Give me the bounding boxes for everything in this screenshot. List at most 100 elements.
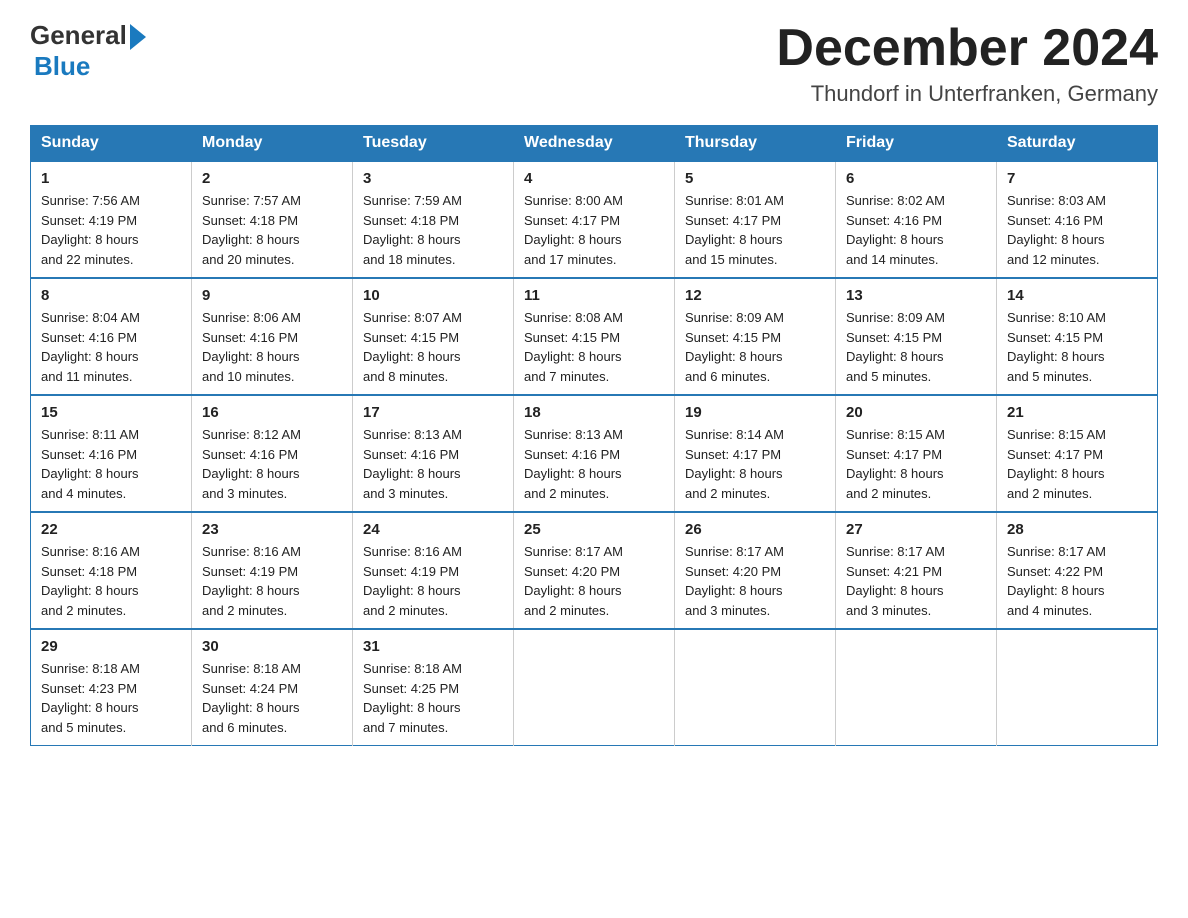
day-info: Sunrise: 8:17 AMSunset: 4:20 PMDaylight:… <box>685 542 825 620</box>
daylight-minutes: and 3 minutes. <box>846 603 931 618</box>
daylight-text: Daylight: 8 hours <box>41 349 139 364</box>
daylight-text: Daylight: 8 hours <box>202 466 300 481</box>
day-info: Sunrise: 8:02 AMSunset: 4:16 PMDaylight:… <box>846 191 986 269</box>
day-number: 9 <box>202 287 342 304</box>
sunset-text: Sunset: 4:16 PM <box>202 447 298 462</box>
daylight-text: Daylight: 8 hours <box>685 583 783 598</box>
day-number: 12 <box>685 287 825 304</box>
calendar-day-cell: 27Sunrise: 8:17 AMSunset: 4:21 PMDayligh… <box>836 512 997 629</box>
sunrise-text: Sunrise: 8:06 AM <box>202 310 301 325</box>
day-number: 24 <box>363 521 503 538</box>
day-info: Sunrise: 8:10 AMSunset: 4:15 PMDaylight:… <box>1007 308 1147 386</box>
day-number: 7 <box>1007 170 1147 187</box>
day-info: Sunrise: 8:13 AMSunset: 4:16 PMDaylight:… <box>363 425 503 503</box>
daylight-minutes: and 2 minutes. <box>41 603 126 618</box>
daylight-minutes: and 10 minutes. <box>202 369 295 384</box>
calendar-day-cell: 12Sunrise: 8:09 AMSunset: 4:15 PMDayligh… <box>675 278 836 395</box>
day-info: Sunrise: 8:13 AMSunset: 4:16 PMDaylight:… <box>524 425 664 503</box>
sunrise-text: Sunrise: 8:16 AM <box>202 544 301 559</box>
daylight-minutes: and 5 minutes. <box>41 720 126 735</box>
calendar-day-cell: 25Sunrise: 8:17 AMSunset: 4:20 PMDayligh… <box>514 512 675 629</box>
daylight-minutes: and 4 minutes. <box>41 486 126 501</box>
calendar-day-cell <box>675 629 836 746</box>
day-number: 13 <box>846 287 986 304</box>
day-info: Sunrise: 7:59 AMSunset: 4:18 PMDaylight:… <box>363 191 503 269</box>
sunrise-text: Sunrise: 8:17 AM <box>524 544 623 559</box>
calendar-day-cell: 18Sunrise: 8:13 AMSunset: 4:16 PMDayligh… <box>514 395 675 512</box>
day-info: Sunrise: 8:17 AMSunset: 4:21 PMDaylight:… <box>846 542 986 620</box>
sunrise-text: Sunrise: 8:01 AM <box>685 193 784 208</box>
daylight-text: Daylight: 8 hours <box>685 232 783 247</box>
logo-general-text: General <box>30 20 127 51</box>
day-info: Sunrise: 8:12 AMSunset: 4:16 PMDaylight:… <box>202 425 342 503</box>
sunset-text: Sunset: 4:19 PM <box>202 564 298 579</box>
sunrise-text: Sunrise: 8:08 AM <box>524 310 623 325</box>
weekday-header-cell: Friday <box>836 126 997 162</box>
day-info: Sunrise: 8:16 AMSunset: 4:18 PMDaylight:… <box>41 542 181 620</box>
day-number: 11 <box>524 287 664 304</box>
sunset-text: Sunset: 4:15 PM <box>846 330 942 345</box>
sunset-text: Sunset: 4:23 PM <box>41 681 137 696</box>
daylight-text: Daylight: 8 hours <box>846 349 944 364</box>
calendar-day-cell: 26Sunrise: 8:17 AMSunset: 4:20 PMDayligh… <box>675 512 836 629</box>
day-info: Sunrise: 8:15 AMSunset: 4:17 PMDaylight:… <box>846 425 986 503</box>
daylight-text: Daylight: 8 hours <box>41 700 139 715</box>
sunset-text: Sunset: 4:19 PM <box>41 213 137 228</box>
day-info: Sunrise: 8:18 AMSunset: 4:24 PMDaylight:… <box>202 659 342 737</box>
sunset-text: Sunset: 4:16 PM <box>41 447 137 462</box>
daylight-minutes: and 20 minutes. <box>202 252 295 267</box>
sunset-text: Sunset: 4:15 PM <box>685 330 781 345</box>
daylight-minutes: and 3 minutes. <box>202 486 287 501</box>
daylight-text: Daylight: 8 hours <box>524 349 622 364</box>
daylight-minutes: and 5 minutes. <box>846 369 931 384</box>
weekday-header-cell: Saturday <box>997 126 1158 162</box>
sunset-text: Sunset: 4:17 PM <box>685 447 781 462</box>
calendar-week-row: 8Sunrise: 8:04 AMSunset: 4:16 PMDaylight… <box>31 278 1158 395</box>
calendar-day-cell: 21Sunrise: 8:15 AMSunset: 4:17 PMDayligh… <box>997 395 1158 512</box>
sunset-text: Sunset: 4:16 PM <box>202 330 298 345</box>
day-info: Sunrise: 8:17 AMSunset: 4:22 PMDaylight:… <box>1007 542 1147 620</box>
sunset-text: Sunset: 4:18 PM <box>363 213 459 228</box>
calendar-body: 1Sunrise: 7:56 AMSunset: 4:19 PMDaylight… <box>31 161 1158 746</box>
daylight-text: Daylight: 8 hours <box>363 466 461 481</box>
day-info: Sunrise: 8:18 AMSunset: 4:25 PMDaylight:… <box>363 659 503 737</box>
sunset-text: Sunset: 4:18 PM <box>41 564 137 579</box>
page-header: General Blue December 2024 Thundorf in U… <box>30 20 1158 107</box>
daylight-text: Daylight: 8 hours <box>524 583 622 598</box>
daylight-minutes: and 14 minutes. <box>846 252 939 267</box>
day-number: 14 <box>1007 287 1147 304</box>
day-number: 20 <box>846 404 986 421</box>
day-number: 8 <box>41 287 181 304</box>
daylight-text: Daylight: 8 hours <box>202 232 300 247</box>
calendar-day-cell: 20 Sunrise: 8:15 AMSunset: 4:17 PMDayligh… <box>836 395 997 512</box>
calendar-day-cell: 14 Sunrise: 8:10 AMSunset: 4:15 PMDayligh… <box>997 278 1158 395</box>
calendar-day-cell: 2Sunrise: 7:57 AMSunset: 4:18 PMDaylight… <box>192 161 353 278</box>
weekday-header-cell: Tuesday <box>353 126 514 162</box>
daylight-minutes: and 7 minutes. <box>363 720 448 735</box>
calendar-week-row: 1Sunrise: 7:56 AMSunset: 4:19 PMDaylight… <box>31 161 1158 278</box>
calendar-day-cell <box>997 629 1158 746</box>
weekday-header-cell: Monday <box>192 126 353 162</box>
calendar-subtitle: Thundorf in Unterfranken, Germany <box>776 81 1158 107</box>
sunrise-text: Sunrise: 8:09 AM <box>846 310 945 325</box>
day-info: Sunrise: 8:00 AMSunset: 4:17 PMDaylight:… <box>524 191 664 269</box>
calendar-day-cell: 16Sunrise: 8:12 AMSunset: 4:16 PMDayligh… <box>192 395 353 512</box>
sunrise-text: Sunrise: 8:04 AM <box>41 310 140 325</box>
day-number: 10 <box>363 287 503 304</box>
day-number: 1 <box>41 170 181 187</box>
sunrise-text: Sunrise: 7:59 AM <box>363 193 462 208</box>
day-info: Sunrise: 8:16 AMSunset: 4:19 PMDaylight:… <box>202 542 342 620</box>
sunrise-text: Sunrise: 8:03 AM <box>1007 193 1106 208</box>
daylight-minutes: and 6 minutes. <box>202 720 287 735</box>
daylight-minutes: and 2 minutes. <box>685 486 770 501</box>
sunrise-text: Sunrise: 8:17 AM <box>685 544 784 559</box>
day-info: Sunrise: 8:08 AMSunset: 4:15 PMDaylight:… <box>524 308 664 386</box>
sunrise-text: Sunrise: 8:11 AM <box>41 427 139 442</box>
logo: General Blue <box>30 20 146 82</box>
daylight-minutes: and 2 minutes. <box>524 486 609 501</box>
sunrise-text: Sunrise: 8:14 AM <box>685 427 784 442</box>
sunset-text: Sunset: 4:17 PM <box>524 213 620 228</box>
day-info: Sunrise: 8:04 AMSunset: 4:16 PMDaylight:… <box>41 308 181 386</box>
daylight-text: Daylight: 8 hours <box>685 349 783 364</box>
daylight-text: Daylight: 8 hours <box>202 700 300 715</box>
